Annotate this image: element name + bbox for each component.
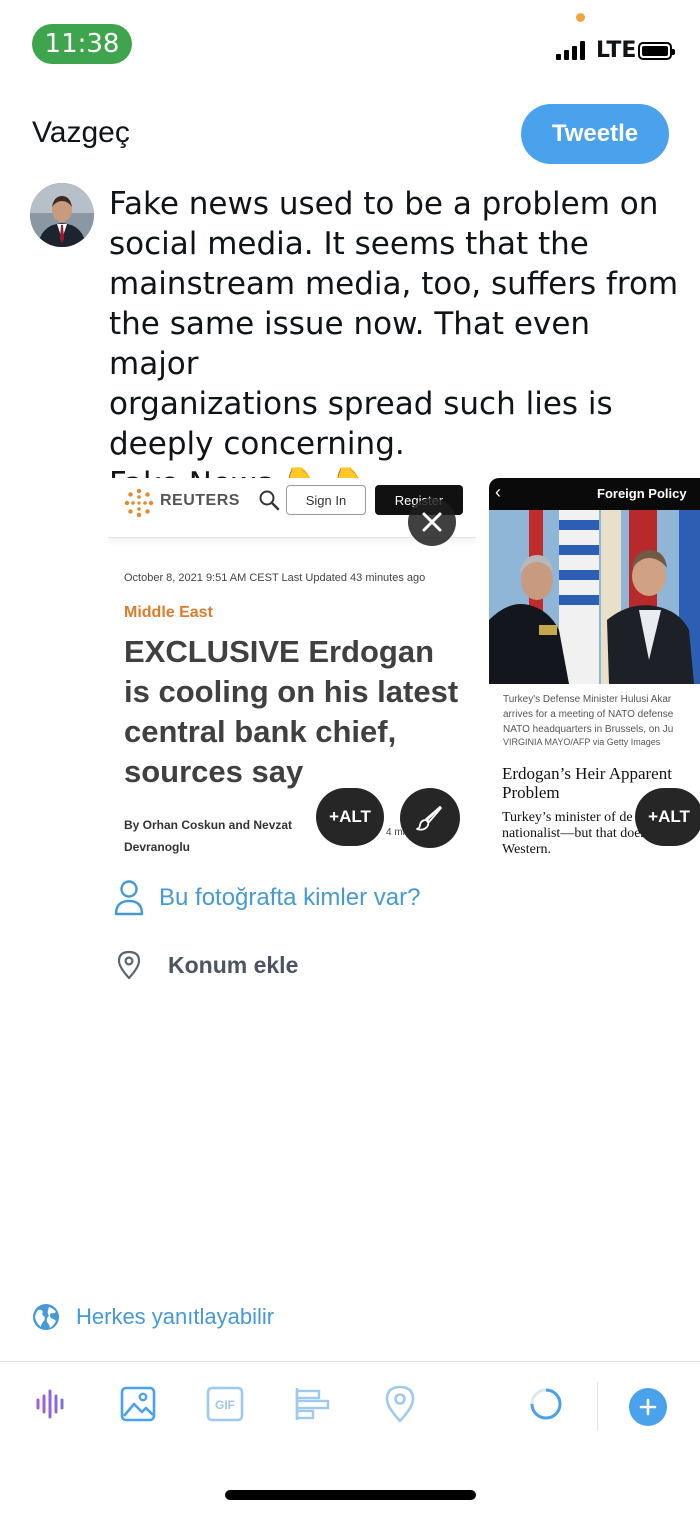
- add-gif-button[interactable]: GIF: [205, 1384, 245, 1424]
- add-location-row[interactable]: Konum ekle: [116, 945, 298, 985]
- article-date: October 8, 2021 9:51 AM CEST Last Update…: [124, 572, 426, 584]
- globe-icon: [33, 1304, 59, 1330]
- reuters-sign-in: Sign In: [286, 485, 366, 515]
- close-icon: [422, 512, 442, 532]
- location-icon: [385, 1385, 415, 1423]
- toolbar-divider: [0, 1361, 700, 1362]
- avatar[interactable]: [30, 183, 94, 247]
- image-icon: [120, 1386, 156, 1422]
- reply-setting-button[interactable]: Herkes yanıtlayabilir: [32, 1301, 274, 1333]
- character-progress-icon: [530, 1388, 562, 1420]
- reuters-logo-icon: [124, 488, 154, 518]
- tweet-button[interactable]: Tweetle: [521, 104, 669, 164]
- toolbar-separator: [597, 1382, 598, 1430]
- tag-people-label: Bu fotoğrafta kimler var?: [159, 884, 421, 911]
- add-poll-button[interactable]: [292, 1384, 332, 1424]
- fp-brand: Foreign Policy: [597, 486, 687, 501]
- photo-caption: Turkey's Defense Minister Hulusi Akar ar…: [503, 694, 674, 735]
- search-icon: [259, 490, 280, 511]
- add-image-button[interactable]: [118, 1384, 158, 1424]
- add-alt-text-button-2[interactable]: +ALT: [635, 788, 700, 846]
- svg-text:GIF: GIF: [215, 1398, 235, 1412]
- tweet-text-input[interactable]: Fake news used to be a problem on social…: [109, 184, 689, 504]
- fp-header: ‹ Foreign Policy: [489, 478, 700, 510]
- remove-media-button[interactable]: [408, 498, 456, 546]
- article-byline: By Orhan Coskun and Nevzat Devranoglu: [124, 818, 293, 854]
- location-pin-icon: [117, 950, 141, 980]
- article-headline: EXCLUSIVE Erdogan is cooling on his late…: [124, 634, 459, 789]
- privacy-indicator-dot: [576, 13, 585, 22]
- character-count-indicator: [526, 1384, 566, 1424]
- network-type: LTE: [596, 38, 637, 63]
- plus-icon: [639, 1398, 657, 1416]
- battery-icon: [638, 42, 675, 60]
- photo-credit: VIRGINIA MAYO/AFP via Getty Images: [503, 737, 661, 747]
- news-photo: [489, 510, 700, 684]
- person-icon: [114, 880, 144, 916]
- cancel-button[interactable]: Vazgeç: [32, 116, 130, 150]
- gif-icon: GIF: [206, 1386, 244, 1422]
- article-category: Middle East: [124, 604, 213, 621]
- home-indicator[interactable]: [225, 1490, 476, 1500]
- voice-icon: [36, 1389, 64, 1419]
- tag-people-row[interactable]: Bu fotoğrafta kimler var?: [113, 878, 420, 918]
- reply-setting-label: Herkes yanıtlayabilir: [76, 1304, 275, 1329]
- paintbrush-icon: [416, 806, 442, 831]
- poll-icon: [295, 1388, 330, 1420]
- add-thread-button[interactable]: [629, 1388, 667, 1426]
- signal-strength-icon: [556, 40, 590, 60]
- back-chevron-icon: ‹: [495, 482, 501, 502]
- reuters-header: REUTERS Sign In Register: [108, 478, 476, 546]
- voice-tweet-button[interactable]: [31, 1384, 71, 1424]
- edit-media-button[interactable]: [400, 788, 460, 848]
- add-alt-text-button[interactable]: +ALT: [316, 788, 384, 846]
- add-location-label: Konum ekle: [168, 951, 299, 978]
- reuters-brand: REUTERS: [160, 492, 240, 509]
- add-location-toolbar-button[interactable]: [380, 1384, 420, 1424]
- status-time: 11:38: [32, 24, 132, 64]
